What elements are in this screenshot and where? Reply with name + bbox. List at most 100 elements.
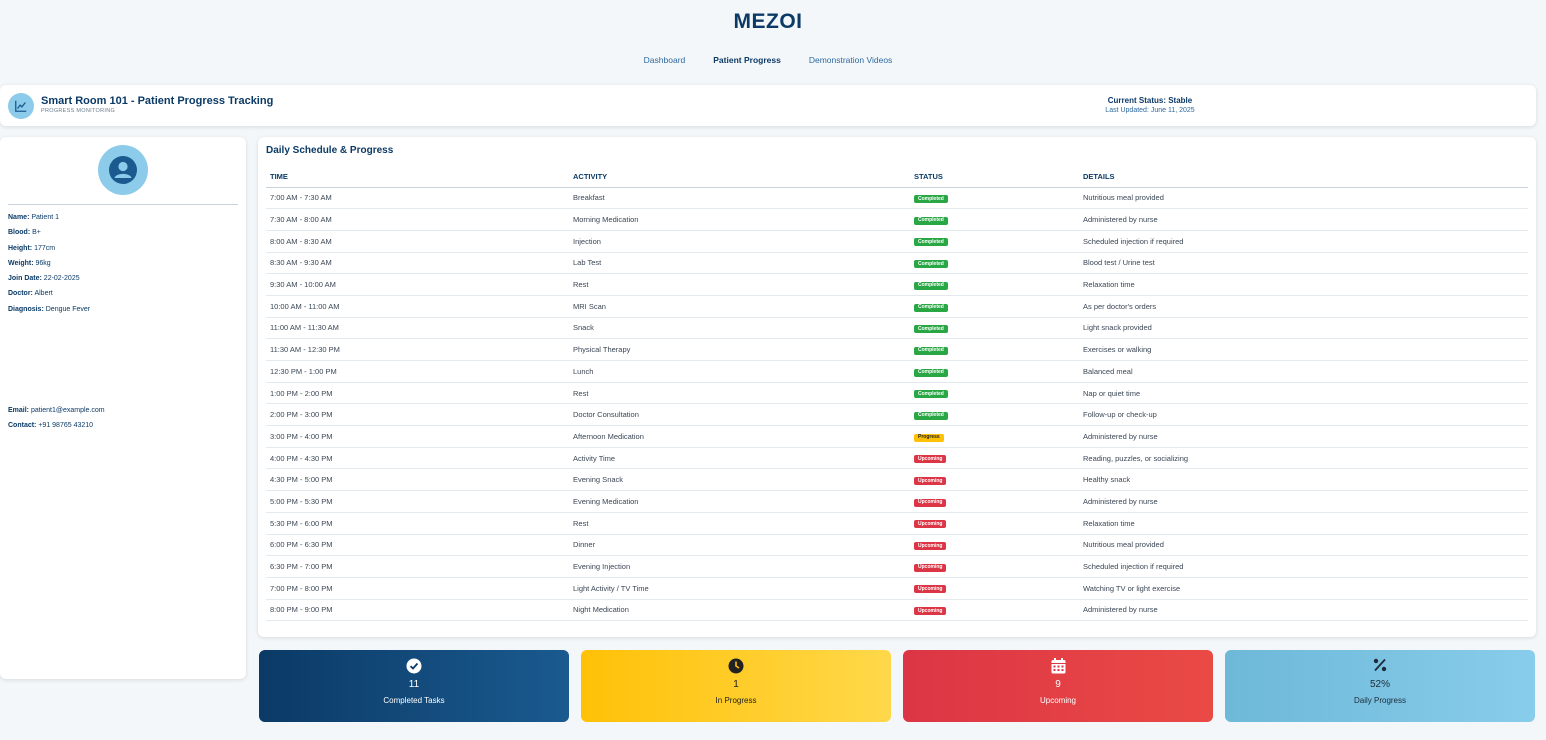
- row-details: Nutritious meal provided: [1079, 534, 1528, 557]
- row-activity: Night Medication: [569, 599, 910, 622]
- room-subtitle: PROGRESS MONITORING: [41, 108, 116, 114]
- clock-icon: [581, 658, 891, 674]
- row-time: 9:30 AM - 10:00 AM: [266, 273, 569, 296]
- row-time: 7:30 AM - 8:00 AM: [266, 208, 569, 231]
- row-time: 8:30 AM - 9:30 AM: [266, 252, 569, 275]
- row-status: Completed: [910, 403, 1079, 427]
- status-badge: Completed: [914, 238, 948, 247]
- stat-in-progress: 1 In Progress: [581, 650, 891, 722]
- status-badge: Upcoming: [914, 477, 947, 486]
- row-time: 7:00 AM - 7:30 AM: [266, 187, 569, 210]
- col-time: TIME: [266, 166, 569, 188]
- table-row: 7:30 AM - 8:00 AM Morning Medication Compl…: [266, 208, 1528, 231]
- check-circle-icon: [259, 658, 569, 674]
- row-activity: Evening Snack: [569, 468, 910, 492]
- row-time: 7:00 PM - 8:00 PM: [266, 577, 569, 600]
- row-details: Nutritious meal provided: [1079, 187, 1528, 210]
- row-activity: Light Activity / TV Time: [569, 577, 910, 600]
- info-email: Email: patient1@example.com: [8, 407, 105, 414]
- table-row: 4:30 PM - 5:00 PM Evening Snack Upcoming He…: [266, 468, 1528, 492]
- info-diagnosis: Diagnosis: Dengue Fever: [8, 305, 91, 313]
- row-activity: Doctor Consultation: [569, 403, 910, 427]
- table-row: 8:30 AM - 9:30 AM Lab Test Completed Blood …: [266, 252, 1528, 275]
- row-status: Upcoming: [910, 447, 1079, 470]
- nav-patient-progress[interactable]: Patient Progress: [713, 55, 781, 65]
- row-details: Nap or quiet time: [1079, 382, 1528, 405]
- stat-daily-progress-value: 52%: [1369, 679, 1390, 690]
- row-time: 8:00 PM - 9:00 PM: [266, 599, 569, 622]
- row-time: 6:30 PM - 7:00 PM: [266, 555, 569, 578]
- table-header-row: TIME ACTIVITY STATUS DETAILS: [266, 166, 1528, 188]
- brand-title: MEZOI: [733, 10, 803, 33]
- status-badge: Upcoming: [914, 585, 947, 594]
- calendar-icon: [903, 658, 1213, 674]
- row-details: Administered by nurse: [1079, 599, 1528, 622]
- status-badge: Upcoming: [914, 520, 947, 529]
- row-time: 4:30 PM - 5:00 PM: [266, 468, 569, 492]
- row-details: Follow-up or check-up: [1079, 403, 1528, 427]
- nav-demonstration-videos[interactable]: Demonstration Videos: [809, 55, 892, 65]
- row-status: Completed: [910, 317, 1079, 340]
- user-avatar-icon: [98, 145, 148, 195]
- stat-in-progress-value: 1: [733, 679, 739, 690]
- current-status: Current Status: Stable: [1107, 96, 1193, 105]
- status-badge: Completed: [914, 303, 948, 312]
- status-badge: Completed: [914, 390, 948, 399]
- status-badge: Upcoming: [914, 607, 947, 616]
- status-badge: Completed: [914, 325, 948, 334]
- status-badge: Progress: [914, 433, 944, 442]
- row-status: Upcoming: [910, 512, 1079, 535]
- row-status: Upcoming: [910, 534, 1079, 557]
- row-status: Completed: [910, 273, 1079, 296]
- row-details: As per doctor's orders: [1079, 295, 1528, 318]
- table-row: 5:30 PM - 6:00 PM Rest Upcoming Relaxation …: [266, 512, 1528, 535]
- row-status: Completed: [910, 252, 1079, 275]
- row-details: Relaxation time: [1079, 512, 1528, 535]
- status-badge: Completed: [914, 195, 948, 204]
- status-badge: Completed: [914, 216, 948, 225]
- row-details: Watching TV or light exercise: [1079, 577, 1528, 600]
- schedule-table: TIME ACTIVITY STATUS DETAILS 7:00 AM - 7…: [266, 166, 1528, 622]
- row-activity: Evening Medication: [569, 490, 910, 513]
- table-row: 12:30 PM - 1:00 PM Lunch Completed Balanced…: [266, 360, 1528, 383]
- row-activity: Activity Time: [569, 447, 910, 470]
- info-join-date: Join Date: 22-02-2025: [8, 275, 80, 283]
- row-activity: Lab Test: [569, 252, 910, 275]
- row-activity: Lunch: [569, 360, 910, 383]
- row-time: 6:00 PM - 6:30 PM: [266, 534, 569, 557]
- row-time: 8:00 AM - 8:30 AM: [266, 230, 569, 253]
- patient-details: Name: Patient 1 Blood: B+ Height: 177cm …: [8, 214, 90, 321]
- row-time: 5:30 PM - 6:00 PM: [266, 512, 569, 535]
- row-details: Reading, puzzles, or socializing: [1079, 447, 1528, 470]
- row-time: 1:00 PM - 2:00 PM: [266, 382, 569, 405]
- row-time: 11:00 AM - 11:30 AM: [266, 317, 569, 340]
- info-doctor: Doctor: Albert: [8, 290, 53, 298]
- row-activity: Morning Medication: [569, 208, 910, 231]
- status-badge: Completed: [914, 411, 948, 420]
- row-status: Completed: [910, 295, 1079, 318]
- nav-dashboard[interactable]: Dashboard: [644, 55, 686, 65]
- divider: [8, 204, 238, 205]
- status-block: Current Status: Stable Last Updated: Jun…: [1060, 96, 1240, 114]
- row-status: Completed: [910, 338, 1079, 361]
- stat-in-progress-label: In Progress: [715, 696, 757, 705]
- schedule-card: Daily Schedule & Progress TIME ACTIVITY …: [258, 137, 1536, 637]
- stat-daily-progress-label: Daily Progress: [1353, 696, 1406, 705]
- info-weight: Weight: 96kg: [8, 259, 51, 267]
- status-badge: Completed: [914, 346, 948, 355]
- table-row: 4:00 PM - 4:30 PM Activity Time Upcoming Re…: [266, 447, 1528, 470]
- row-details: Blood test / Urine test: [1079, 252, 1528, 275]
- chart-line-icon: [8, 93, 34, 119]
- row-details: Administered by nurse: [1079, 208, 1528, 231]
- row-details: Scheduled injection if required: [1079, 230, 1528, 253]
- row-details: Exercises or walking: [1079, 338, 1528, 361]
- stat-completed: 11 Completed Tasks: [259, 650, 569, 722]
- row-status: Upcoming: [910, 468, 1079, 492]
- status-badge: Completed: [914, 281, 948, 290]
- percent-icon: [1225, 658, 1535, 672]
- row-status: Upcoming: [910, 577, 1079, 600]
- schedule-title: Daily Schedule & Progress: [266, 145, 394, 156]
- table-row: 8:00 AM - 8:30 AM Injection Completed Sched…: [266, 230, 1528, 253]
- row-activity: Injection: [569, 230, 910, 253]
- col-activity: ACTIVITY: [569, 166, 910, 188]
